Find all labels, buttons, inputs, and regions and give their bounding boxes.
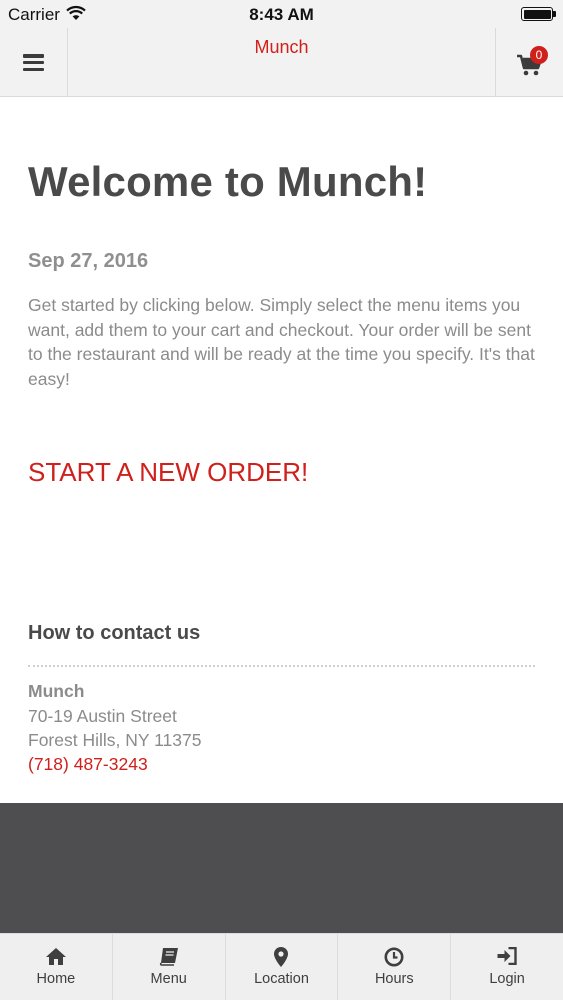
clock-icon <box>384 947 404 967</box>
tab-label: Home <box>36 971 76 987</box>
address-line-1: 70-19 Austin Street <box>28 706 177 726</box>
battery-nub <box>553 11 556 17</box>
battery-icon <box>521 7 553 21</box>
tab-label: Login <box>489 971 525 987</box>
map-pin-icon <box>274 947 289 967</box>
menu-button[interactable] <box>0 28 68 96</box>
tab-label: Menu <box>150 971 187 987</box>
cart-button[interactable]: 0 <box>495 28 563 96</box>
tab-location[interactable]: Location <box>226 934 339 1000</box>
tab-label: Location <box>254 971 309 987</box>
business-name: Munch <box>28 681 85 701</box>
welcome-heading: Welcome to Munch! <box>28 158 428 205</box>
phone-link[interactable]: (718) 487-3243 <box>28 754 148 775</box>
app-title: Munch <box>254 37 309 57</box>
start-new-order-link[interactable]: START A NEW ORDER! <box>28 457 308 488</box>
tab-home[interactable]: Home <box>0 934 113 1000</box>
tab-menu[interactable]: Menu <box>113 934 226 1000</box>
intro-text: Get started by clicking below. Simply se… <box>28 295 535 389</box>
book-icon <box>159 948 178 966</box>
login-icon <box>497 947 517 965</box>
welcome-date: Sep 27, 2016 <box>28 250 149 272</box>
tab-bar: Home Menu Location Hours Login <box>0 933 563 1000</box>
clock-time: 8:43 AM <box>249 5 314 24</box>
divider <box>28 665 535 667</box>
navigation-bar: Munch 0 <box>0 28 563 97</box>
footer-panel <box>0 803 563 933</box>
contact-heading: How to contact us <box>28 622 201 644</box>
cart-count-badge: 0 <box>530 46 548 64</box>
home-icon <box>45 948 66 965</box>
tab-label: Hours <box>374 971 414 987</box>
address-line-2: Forest Hills, NY 11375 <box>28 730 202 750</box>
status-bar: Carrier 8:43 AM <box>0 0 563 28</box>
hamburger-icon <box>23 54 44 71</box>
tab-hours[interactable]: Hours <box>338 934 452 1000</box>
tab-login[interactable]: Login <box>451 934 563 1000</box>
